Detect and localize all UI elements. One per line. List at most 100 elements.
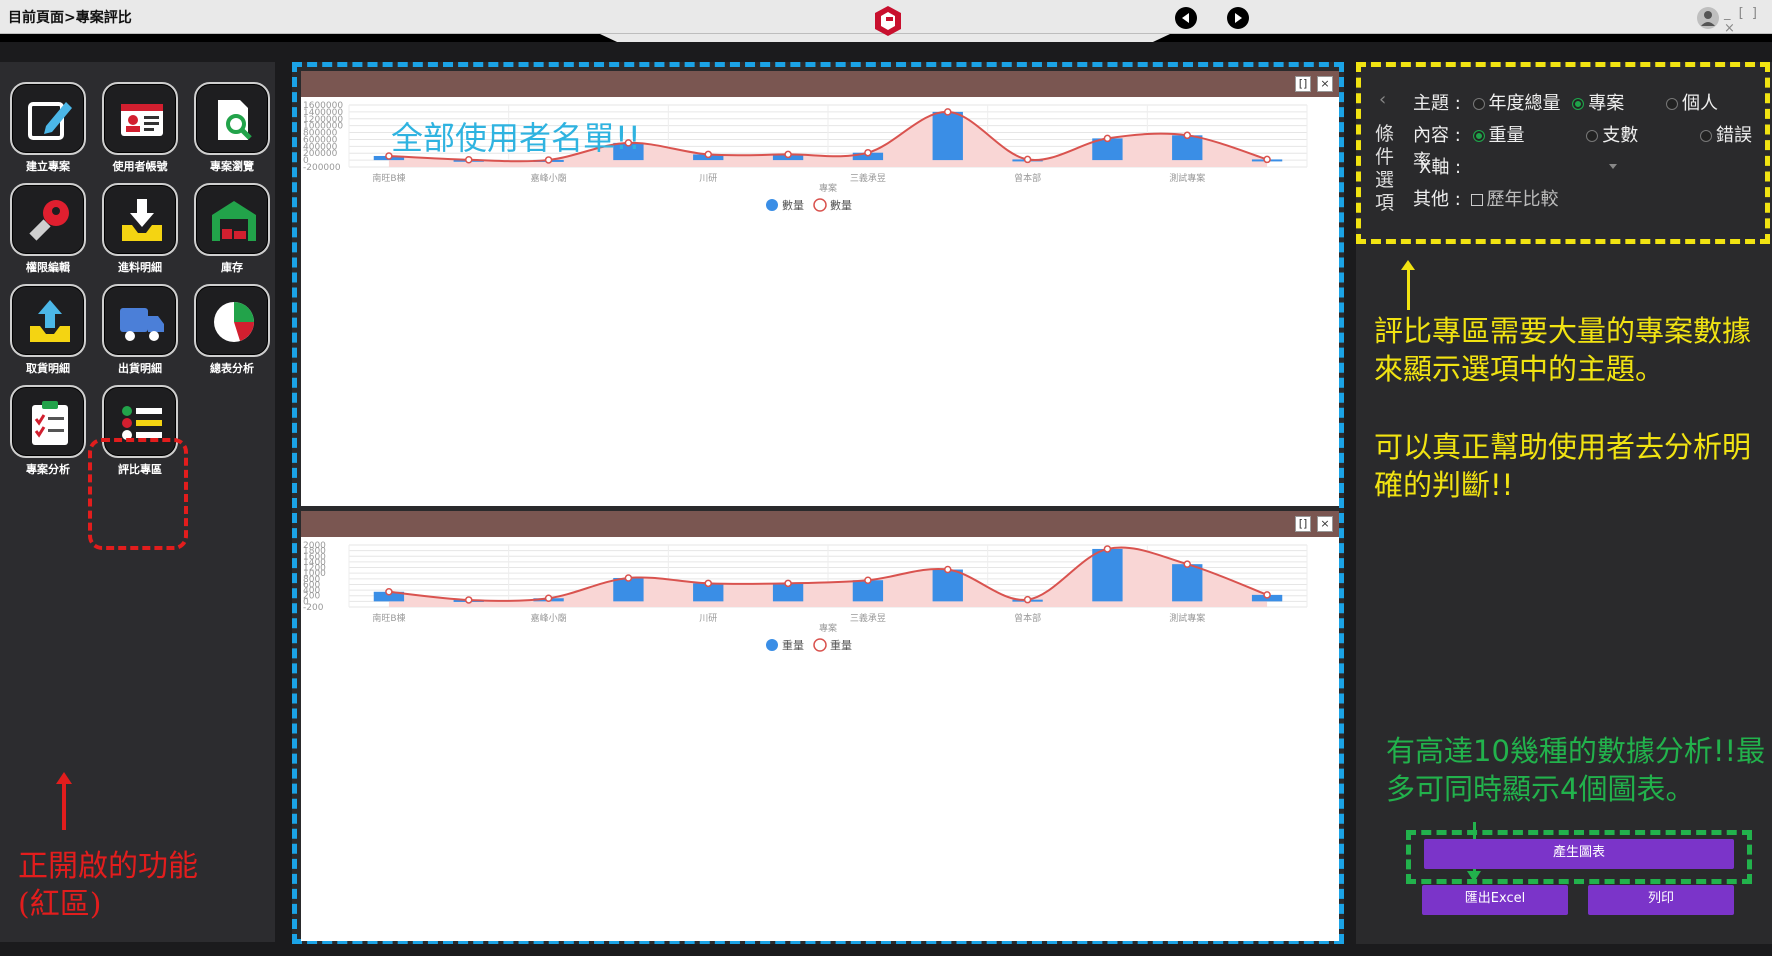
print-button[interactable]: 列印: [1588, 885, 1734, 915]
chart-bar: [932, 569, 963, 602]
collapse-icon[interactable]: ‹: [1379, 89, 1386, 110]
sidebar-item-inventory[interactable]: 庫存: [194, 183, 270, 274]
legend-line-marker: [813, 198, 827, 212]
truck-icon: [120, 308, 164, 341]
x-tick-label: 南旺B棟: [372, 612, 405, 624]
sidebar-item-user-account[interactable]: 使用者帳號: [102, 82, 178, 173]
window-controls[interactable]: _ [ ] ×: [1724, 6, 1772, 36]
yellow-arrow-icon: [1401, 260, 1415, 310]
legend-bar-marker: [766, 639, 778, 651]
warehouse-icon: [212, 201, 256, 241]
theme-row: 主題 : 年度總量 專案 個人: [1413, 89, 1718, 115]
close-button[interactable]: ×: [1317, 516, 1333, 532]
x-tick-label: 川研: [699, 173, 717, 184]
legend-label: 重量: [830, 638, 852, 652]
x-tick-label: 測試專案: [1169, 172, 1205, 184]
x-tick-label: 測試專案: [1169, 612, 1205, 624]
generate-chart-button[interactable]: 產生圖表: [1424, 839, 1734, 869]
radio-content-weight[interactable]: 重量: [1472, 125, 1525, 146]
x-tick-label: 川研: [699, 613, 717, 624]
chart-panel-header: [] ×: [301, 511, 1339, 537]
chart-bar: [932, 111, 963, 161]
sidebar-item-shipping-detail[interactable]: 出貨明細: [102, 284, 178, 375]
chart-panel-2: [] × -200 0 200 400 600 800 1000 1200 1400 1600 18…: [301, 511, 1339, 941]
line-point: [1183, 560, 1191, 568]
active-function-highlight: [88, 438, 188, 550]
line-point: [385, 588, 393, 596]
chart-area: [] × -200000 0 200000 400000 600000 800000 100…: [292, 62, 1344, 944]
sidebar-item-create-project[interactable]: 建立專案: [10, 82, 86, 173]
user-avatar-icon[interactable]: [1697, 7, 1719, 29]
line-point: [1103, 545, 1112, 553]
annotation-yellow-1: 評比專區需要大量的專案數據來顯示選項中的主題。: [1374, 314, 1752, 386]
radio-theme-annual[interactable]: 年度總量: [1472, 93, 1561, 114]
sidebar-item-project-browse[interactable]: 專案瀏覽: [194, 82, 270, 173]
line-point: [864, 148, 872, 157]
sidebar-item-permission-edit[interactable]: 權限編輯: [10, 183, 86, 274]
xaxis-select[interactable]: [1501, 157, 1621, 177]
red-arrow-icon: [56, 772, 72, 830]
clipboard-checklist-icon: [32, 401, 68, 445]
annotation-green: 有高達10幾種的數據分析!!最多可同時顯示4個圖表。: [1386, 734, 1766, 806]
xaxis-label: X軸 :: [1419, 157, 1462, 178]
restore-button[interactable]: []: [1295, 516, 1311, 532]
radio-theme-personal[interactable]: 個人: [1666, 93, 1718, 114]
x-axis-title: 專案: [819, 182, 837, 194]
top-bar: 目前頁面>專案評比 _ [ ] ×: [0, 0, 1772, 42]
sidebar-item-summary-analysis[interactable]: 總表分析: [194, 284, 270, 375]
download-tray-icon: [122, 199, 162, 241]
filter-panel: ‹ 條件選項 主題 : 年度總量 專案 個人 內容 : 重量 支數 錯誤率 X軸…: [1356, 62, 1770, 244]
sidebar-item-label: 權限編輯: [26, 261, 70, 274]
arrow-left-icon: [1182, 13, 1189, 23]
line-point: [784, 579, 792, 588]
restore-button[interactable]: []: [1295, 76, 1311, 92]
radio-theme-project[interactable]: 專案: [1572, 93, 1624, 114]
next-button[interactable]: [1227, 7, 1249, 29]
content-label: 內容 :: [1413, 125, 1461, 146]
sidebar-item-label: 使用者帳號: [112, 160, 168, 173]
sidebar-item-label: 庫存: [221, 261, 243, 274]
line-point: [1183, 131, 1191, 140]
y-tick-label: 1600000: [303, 101, 343, 111]
chart-bar: [1092, 548, 1123, 602]
active-function-annotation: 正開啟的功能 (紅區): [18, 849, 198, 922]
line-point: [704, 579, 712, 588]
close-button[interactable]: ×: [1317, 76, 1333, 92]
chart-panel-1: [] × -200000 0 200000 400000 600000 800000 100…: [301, 71, 1339, 506]
annotation-yellow-2: 可以真正幫助使用者去分析明確的判斷!!: [1374, 430, 1752, 502]
sidebar-item-incoming-detail[interactable]: 進料明細: [102, 183, 178, 274]
line-point: [1023, 595, 1032, 604]
legend-label: 重量: [782, 638, 804, 652]
app-logo-icon: [875, 6, 901, 36]
legend-bar-marker: [766, 199, 778, 211]
pie-chart-icon: [214, 302, 254, 342]
line-point: [704, 150, 712, 159]
sidebar: 建立專案 使用者帳號 專案瀏覽 權限編輯 進料明細 庫存 取貨明細 出貨明細 總…: [0, 62, 275, 942]
y-tick-label: 2000: [303, 541, 326, 551]
line-point: [1263, 155, 1271, 164]
export-excel-button[interactable]: 匯出Excel: [1422, 885, 1568, 915]
radio-content-count[interactable]: 支數: [1586, 125, 1638, 146]
x-tick-label: 南旺B棟: [372, 172, 405, 184]
chart-panel-header: [] ×: [301, 71, 1339, 97]
legend-label: 數量: [830, 199, 852, 212]
history-compare-checkbox[interactable]: 歷年比較: [1470, 189, 1559, 210]
line-point: [544, 594, 553, 603]
sidebar-item-label: 專案分析: [26, 463, 70, 476]
breadcrumb: 目前頁面>專案評比: [8, 10, 132, 26]
chart-2: -200020040060080010001200140016001800200…: [303, 541, 1308, 652]
document-search-icon: [218, 100, 252, 140]
edit-icon: [28, 102, 72, 140]
sidebar-item-project-analysis[interactable]: 專案分析: [10, 385, 86, 476]
x-tick-label: 曾本部: [1014, 612, 1041, 624]
other-row: 其他 : 歷年比較: [1413, 185, 1559, 211]
line-point: [944, 565, 952, 574]
sidebar-item-label: 建立專案: [26, 160, 70, 173]
right-panel: ‹ 條件選項 主題 : 年度總量 專案 個人 內容 : 重量 支數 錯誤率 X軸…: [1356, 62, 1772, 944]
line-point: [784, 150, 792, 159]
other-label: 其他 :: [1413, 189, 1461, 210]
line-point: [864, 576, 872, 584]
previous-button[interactable]: [1175, 7, 1197, 29]
sidebar-item-pickup-detail[interactable]: 取貨明細: [10, 284, 86, 375]
x-tick-label: 嘉峰小廟: [531, 612, 567, 624]
